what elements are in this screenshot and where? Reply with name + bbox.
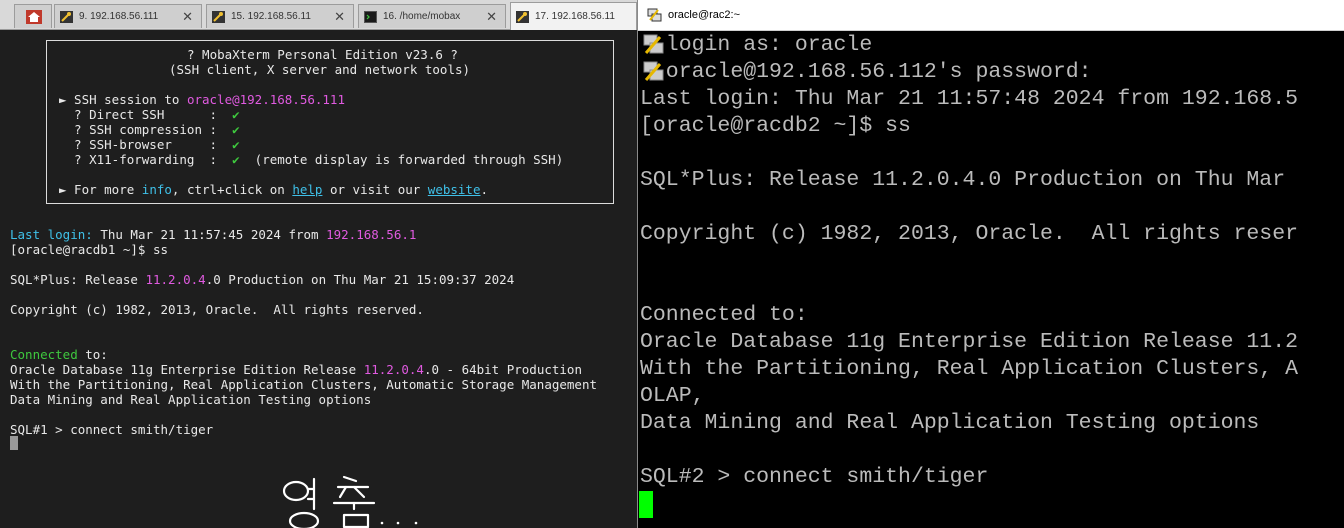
- terminal-cursor: [639, 491, 653, 518]
- putty-line: Oracle Database 11g Enterprise Edition R…: [640, 330, 1299, 354]
- info-link[interactable]: info: [142, 182, 172, 197]
- db-version-line: Oracle Database 11g Enterprise Edition R…: [10, 362, 582, 377]
- mobaxterm-window: 9. 192.168.56.111 ✕ 15. 192.168.56.11 ✕ …: [0, 0, 637, 528]
- welcome-banner: ? MobaXterm Personal Edition v23.6 ? (SS…: [46, 40, 614, 204]
- tab-bar: 9. 192.168.56.111 ✕ 15. 192.168.56.11 ✕ …: [0, 0, 637, 30]
- putty-line: oracle@192.168.56.112's password:: [640, 60, 1092, 84]
- tab-session-16[interactable]: 16. /home/mobax ✕: [358, 4, 506, 28]
- shell-prompt-line: [oracle@racdb1 ~]$ ss: [10, 242, 169, 257]
- mobaxterm-terminal[interactable]: ? MobaXterm Personal Edition v23.6 ? (SS…: [0, 31, 637, 528]
- last-login-line: Last login: Thu Mar 21 11:57:45 2024 fro…: [10, 227, 417, 242]
- session-target: oracle@192.168.56.111: [186, 92, 345, 107]
- ssh-session-line: ► SSH session to oracle@192.168.56.111: [59, 92, 345, 107]
- tab-label: 16. /home/mobax: [383, 11, 461, 22]
- putty-icon: [647, 8, 662, 22]
- tab-home[interactable]: [14, 4, 52, 28]
- terminal-icon: [364, 11, 377, 23]
- handwritten-scribble: [282, 475, 418, 528]
- more-info-line: ► For more info, ctrl+click on help or v…: [59, 182, 489, 197]
- datamining-line: Data Mining and Real Application Testing…: [10, 392, 372, 407]
- ssh-key-icon: [60, 11, 73, 23]
- window-title: oracle@rac2:~: [668, 9, 741, 21]
- feature-direct-ssh: ? Direct SSH : ✔: [59, 107, 240, 122]
- putty-terminal[interactable]: login as: oracle oracle@192.168.56.112's…: [638, 31, 1344, 528]
- putty-line: Last login: Thu Mar 21 11:57:48 2024 fro…: [640, 87, 1299, 111]
- feature-ssh-compression: ? SSH compression : ✔: [59, 122, 240, 137]
- tab-label: 15. 192.168.56.11: [231, 11, 311, 22]
- putty-line: OLAP,: [640, 384, 705, 408]
- banner-title: ? MobaXterm Personal Edition v23.6 ?: [187, 47, 458, 62]
- putty-sql-prompt: SQL#2 > connect smith/tiger: [640, 465, 989, 489]
- home-icon: [26, 10, 42, 24]
- tab-session-17-active[interactable]: 17. 192.168.56.11: [510, 2, 637, 30]
- putty-titlebar[interactable]: oracle@rac2:~: [638, 0, 1344, 31]
- copyright-line: Copyright (c) 1982, 2013, Oracle. All ri…: [10, 302, 424, 317]
- tab-label: 17. 192.168.56.11: [535, 11, 615, 22]
- check-icon: ✔: [232, 107, 240, 122]
- putty-line: [oracle@racdb2 ~]$ ss: [640, 114, 911, 138]
- putty-window: oracle@rac2:~ login as: oracle oracle@19…: [637, 0, 1344, 528]
- check-icon: ✔: [232, 152, 240, 167]
- ssh-key-icon: [212, 11, 225, 23]
- feature-ssh-browser: ? SSH-browser : ✔: [59, 137, 240, 152]
- sqlplus-banner-line: SQL*Plus: Release 11.2.0.4.0 Production …: [10, 272, 515, 287]
- tab-session-15[interactable]: 15. 192.168.56.11 ✕: [206, 4, 354, 28]
- tab-session-9[interactable]: 9. 192.168.56.111 ✕: [54, 4, 202, 28]
- sql-prompt-line: SQL#1 > connect smith/tiger: [10, 422, 214, 437]
- putty-line: Data Mining and Real Application Testing…: [640, 411, 1260, 435]
- close-icon[interactable]: ✕: [334, 9, 345, 25]
- banner-subtitle: (SSH client, X server and network tools): [169, 62, 471, 77]
- putty-line: SQL*Plus: Release 11.2.0.4.0 Production …: [640, 168, 1286, 192]
- help-link[interactable]: help: [292, 182, 322, 197]
- website-link[interactable]: website: [428, 182, 481, 197]
- terminal-cursor: [10, 436, 18, 450]
- partitioning-line: With the Partitioning, Real Application …: [10, 377, 597, 392]
- check-icon: ✔: [232, 137, 240, 152]
- tab-label: 9. 192.168.56.111: [79, 11, 159, 22]
- connected-line: Connected to:: [10, 347, 108, 362]
- putty-line: Connected to:: [640, 303, 808, 327]
- putty-line: login as: oracle: [640, 33, 873, 57]
- ssh-key-icon: [516, 11, 529, 23]
- check-icon: ✔: [232, 122, 240, 137]
- close-icon[interactable]: ✕: [182, 9, 193, 25]
- putty-line: With the Partitioning, Real Application …: [640, 357, 1299, 381]
- putty-line: Copyright (c) 1982, 2013, Oracle. All ri…: [640, 222, 1299, 246]
- close-icon[interactable]: ✕: [486, 9, 497, 25]
- feature-x11-forwarding: ? X11-forwarding : ✔ (remote display is …: [59, 152, 564, 167]
